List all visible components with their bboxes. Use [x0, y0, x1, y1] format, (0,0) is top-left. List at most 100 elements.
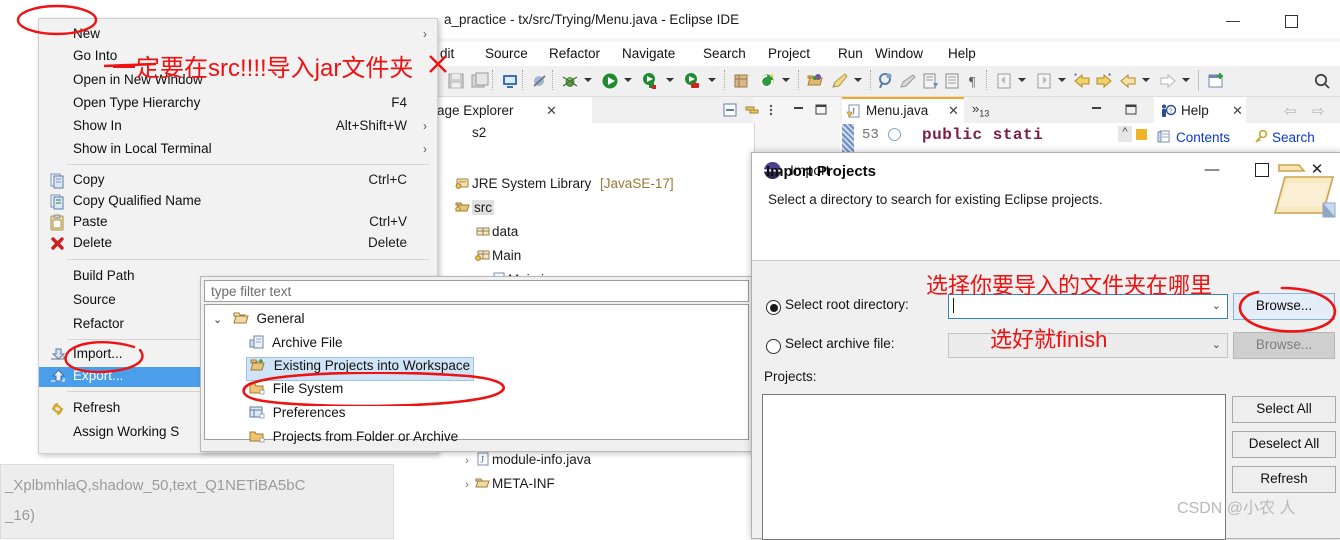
refresh-button[interactable]: Refresh [1232, 466, 1336, 493]
wizard-tree-item-existing-projects[interactable]: Existing Projects into Workspace [246, 357, 475, 381]
new-java-project-icon[interactable] [732, 71, 752, 91]
link-with-editor-icon[interactable] [744, 102, 760, 118]
radio-select-root-directory[interactable] [766, 300, 781, 315]
chevron-icon[interactable]: › [460, 455, 474, 467]
debug-icon[interactable] [560, 71, 580, 91]
help-link-search[interactable]: Search [1272, 130, 1315, 145]
annotations-icon[interactable] [830, 71, 850, 91]
maximize-view-icon[interactable] [814, 103, 828, 117]
skip-breakpoints-icon[interactable] [530, 71, 550, 91]
save-all-icon[interactable] [470, 71, 490, 91]
root-directory-combo[interactable]: ⌄ [948, 294, 1228, 319]
collapse-all-icon[interactable] [722, 102, 738, 118]
help-link-contents[interactable]: Contents [1176, 130, 1230, 145]
back-dropdown-arrow-icon[interactable] [1142, 78, 1150, 84]
back-icon[interactable] [1118, 71, 1138, 91]
menu-run[interactable]: Run [838, 46, 863, 61]
menu-item-copy[interactable]: Copy Ctrl+C [39, 171, 437, 191]
select-all-button[interactable]: Select All [1232, 396, 1336, 423]
minimize-editor-icon[interactable] [1090, 104, 1104, 116]
import-type-tree[interactable]: ⌄ General Archive File Existing Projects… [204, 304, 749, 444]
radio-select-archive-file[interactable] [766, 339, 781, 354]
menu-item-delete[interactable]: Delete Delete [39, 234, 437, 254]
previous-annotation-icon[interactable] [942, 71, 962, 91]
code-fold-icon[interactable] [888, 128, 901, 141]
menu-item-copy-qualified-name[interactable]: Copy Qualified Name [39, 192, 437, 212]
menu-project[interactable]: Project [768, 46, 810, 61]
view-menu-icon[interactable] [766, 102, 776, 118]
next-annotation-icon[interactable] [920, 71, 940, 91]
annotations-dropdown-arrow-icon[interactable] [854, 78, 862, 84]
tree-item-src[interactable]: src [440, 199, 494, 223]
new-icon[interactable] [758, 71, 778, 91]
maximize-editor-icon[interactable] [1124, 103, 1138, 117]
last-edit-location-icon[interactable] [898, 71, 918, 91]
menu-window[interactable]: Window [875, 46, 923, 61]
open-type-icon[interactable] [806, 71, 826, 91]
new-dropdown-arrow-icon[interactable] [782, 78, 790, 84]
back-history-icon[interactable]: * [1072, 71, 1092, 91]
deselect-all-button[interactable]: Deselect All [1232, 431, 1336, 458]
next-edit-dropdown-arrow-icon[interactable] [1058, 78, 1066, 84]
projects-list[interactable] [762, 394, 1226, 540]
filter-input[interactable]: type filter text [204, 280, 749, 302]
editor-tab-overflow-icon[interactable]: »13 [972, 101, 989, 119]
debug-dropdown-arrow-icon[interactable] [584, 78, 592, 84]
package-explorer-close-icon[interactable]: ✕ [546, 103, 557, 119]
tree-item-module-info[interactable]: › J module-info.java [460, 451, 591, 475]
tree-item-project[interactable]: s2 [440, 125, 486, 149]
pilcrow-icon[interactable]: ¶ [964, 71, 984, 91]
menu-item-new[interactable]: New › [39, 25, 437, 45]
forward-dropdown-arrow-icon[interactable] [1182, 78, 1190, 84]
external-tools-dropdown-arrow-icon[interactable] [666, 78, 674, 84]
browse-root-directory-button[interactable]: Browse... [1233, 293, 1335, 320]
help-tab-close-icon[interactable]: ✕ [1232, 103, 1243, 119]
new-window-icon[interactable] [1206, 71, 1226, 91]
menu-edit[interactable]: dit [440, 46, 454, 61]
tree-item-data[interactable]: data [460, 223, 518, 247]
save-icon[interactable] [446, 71, 466, 91]
wizard-tree-item-file-system[interactable]: File System [249, 381, 343, 403]
run-dropdown-arrow-icon[interactable] [624, 78, 632, 84]
editor-tab-close-icon[interactable]: ✕ [948, 103, 959, 119]
previous-edit-icon[interactable] [994, 71, 1014, 91]
wizard-tree-item-general[interactable]: ⌄ General [213, 311, 305, 333]
forward-history-icon[interactable]: * [1094, 71, 1114, 91]
next-edit-icon[interactable] [1034, 71, 1054, 91]
tree-item-meta-inf[interactable]: › META-INF [460, 475, 555, 499]
window-maximize-button[interactable] [1268, 10, 1314, 30]
scroll-up-icon[interactable]: ^ [1118, 126, 1132, 142]
search-type-icon[interactable] [876, 71, 896, 91]
chevron-down-icon[interactable]: ⌄ [213, 313, 229, 326]
chevron-icon[interactable]: › [460, 479, 474, 491]
tree-item-main-package[interactable]: Main [460, 247, 521, 271]
menu-item-show-in[interactable]: Show In Alt+Shift+W › [39, 117, 437, 137]
forward-icon[interactable] [1158, 71, 1178, 91]
wizard-tree-item-archive-file[interactable]: Archive File [249, 335, 343, 357]
window-minimize-button[interactable]: — [1210, 10, 1256, 30]
coverage-dropdown-arrow-icon[interactable] [708, 78, 716, 84]
menu-item-open-in-new-window[interactable]: Open in New Window [39, 71, 437, 91]
tree-item-jre-library[interactable]: JRE System Library [JavaSE-17] [440, 175, 674, 199]
menu-source[interactable]: Source [485, 46, 528, 61]
menu-navigate[interactable]: Navigate [622, 46, 675, 61]
menu-refactor[interactable]: Refactor [549, 46, 600, 61]
menu-search[interactable]: Search [703, 46, 746, 61]
menu-item-go-into[interactable]: Go Into [39, 47, 437, 67]
help-back-icon[interactable]: ⇦ [1284, 102, 1302, 120]
chevron-down-icon[interactable]: ⌄ [1212, 299, 1221, 312]
run-external-tools-icon[interactable] [640, 71, 660, 91]
run-coverage-icon[interactable] [682, 71, 702, 91]
wizard-tree-item-preferences[interactable]: Preferences [249, 405, 346, 427]
import-dialog-minimize-button[interactable]: — [1192, 159, 1232, 181]
quick-access-search-icon[interactable] [1312, 71, 1332, 91]
wizard-tree-item-projects-from-folder[interactable]: Projects from Folder or Archive [249, 429, 458, 451]
menu-help[interactable]: Help [948, 46, 976, 61]
help-forward-icon[interactable]: ⇨ [1312, 102, 1330, 120]
menu-item-show-in-local-terminal[interactable]: Show in Local Terminal › [39, 140, 437, 160]
menu-item-open-type-hierarchy[interactable]: Open Type Hierarchy F4 [39, 94, 437, 114]
previous-edit-dropdown-arrow-icon[interactable] [1018, 78, 1026, 84]
menu-item-paste[interactable]: Paste Ctrl+V [39, 213, 437, 233]
run-icon[interactable] [600, 71, 620, 91]
console-icon[interactable] [500, 71, 520, 91]
